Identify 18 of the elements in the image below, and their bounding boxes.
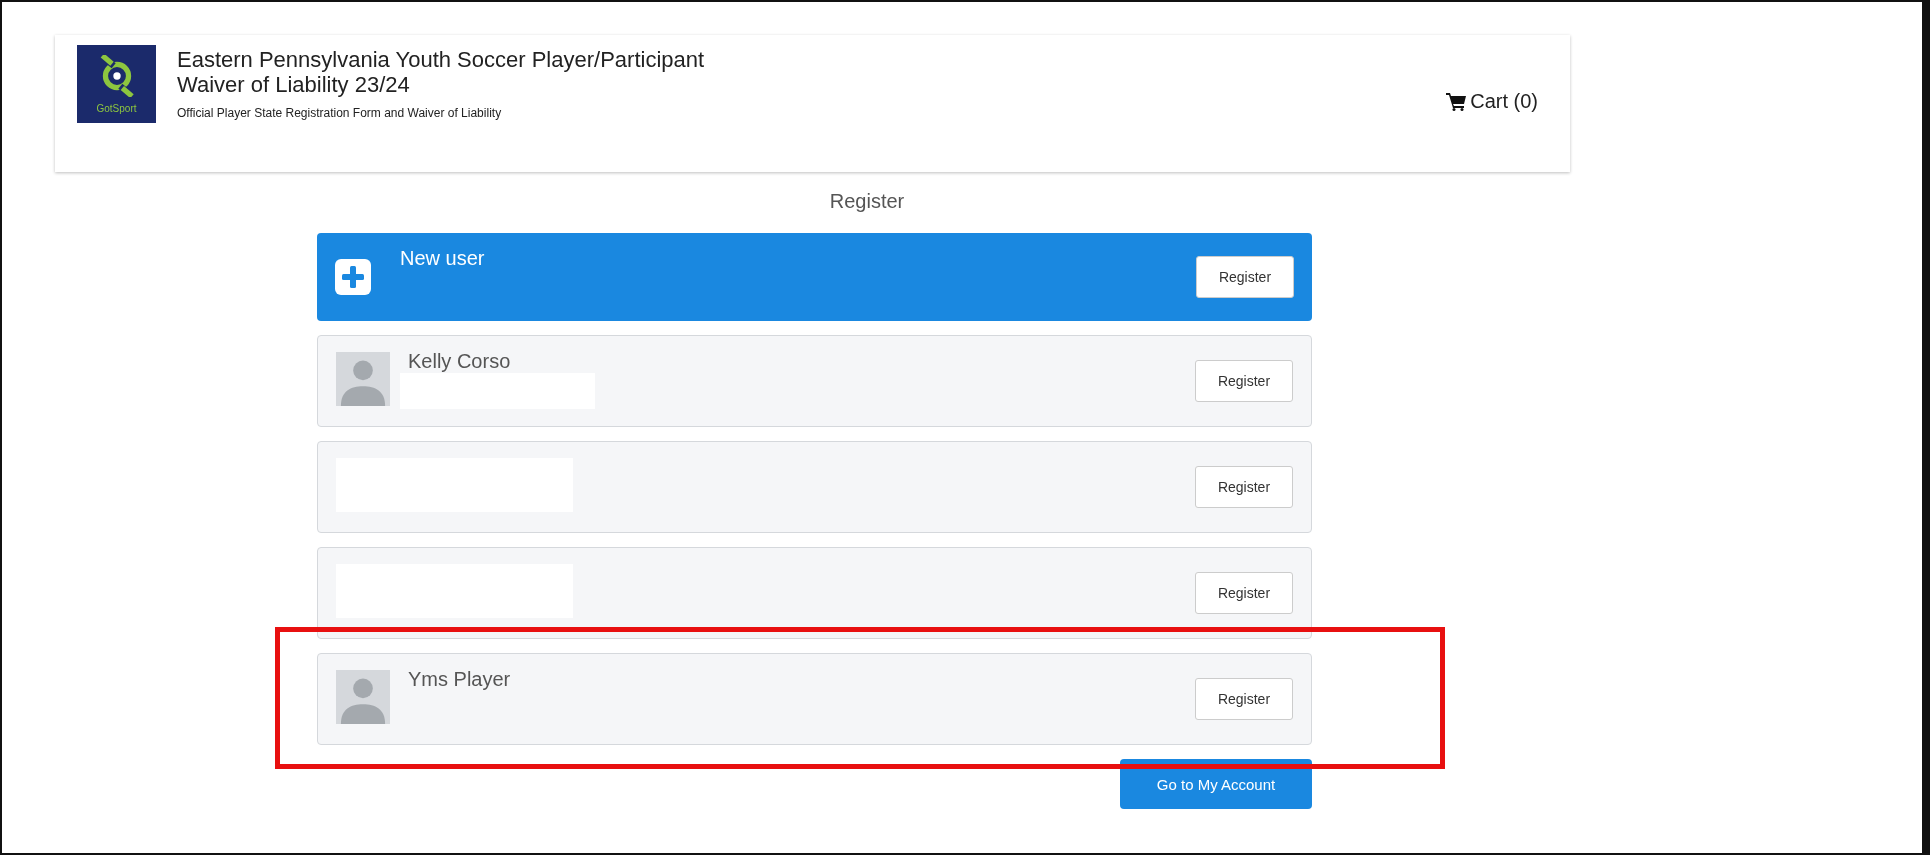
logo-text: GotSport (96, 102, 137, 114)
user-name: Kelly Corso (408, 350, 512, 373)
register-button[interactable]: Register (1195, 360, 1293, 402)
cart-link[interactable]: Cart (0) (1446, 90, 1538, 113)
register-button[interactable]: Register (1195, 678, 1293, 720)
cart-icon (1446, 92, 1467, 111)
user-name: New user (400, 247, 485, 270)
register-button[interactable]: Register (1195, 466, 1293, 508)
register-button[interactable]: Register (1195, 572, 1293, 614)
avatar-icon (336, 352, 390, 406)
form-subtitle: Official Player State Registration Form and Waiver of Liability (177, 106, 503, 120)
account-button[interactable]: Go to My Account (1120, 759, 1312, 809)
plus-icon (335, 259, 371, 295)
form-title: Eastern Pennsylvania Youth Soccer Player/Participant Waiver of Liability 23/24 (177, 47, 706, 97)
user-name: Yms Player (408, 668, 511, 691)
register-button[interactable]: Register (1196, 256, 1294, 298)
avatar-icon (336, 670, 390, 724)
register-heading: Register (828, 190, 906, 213)
